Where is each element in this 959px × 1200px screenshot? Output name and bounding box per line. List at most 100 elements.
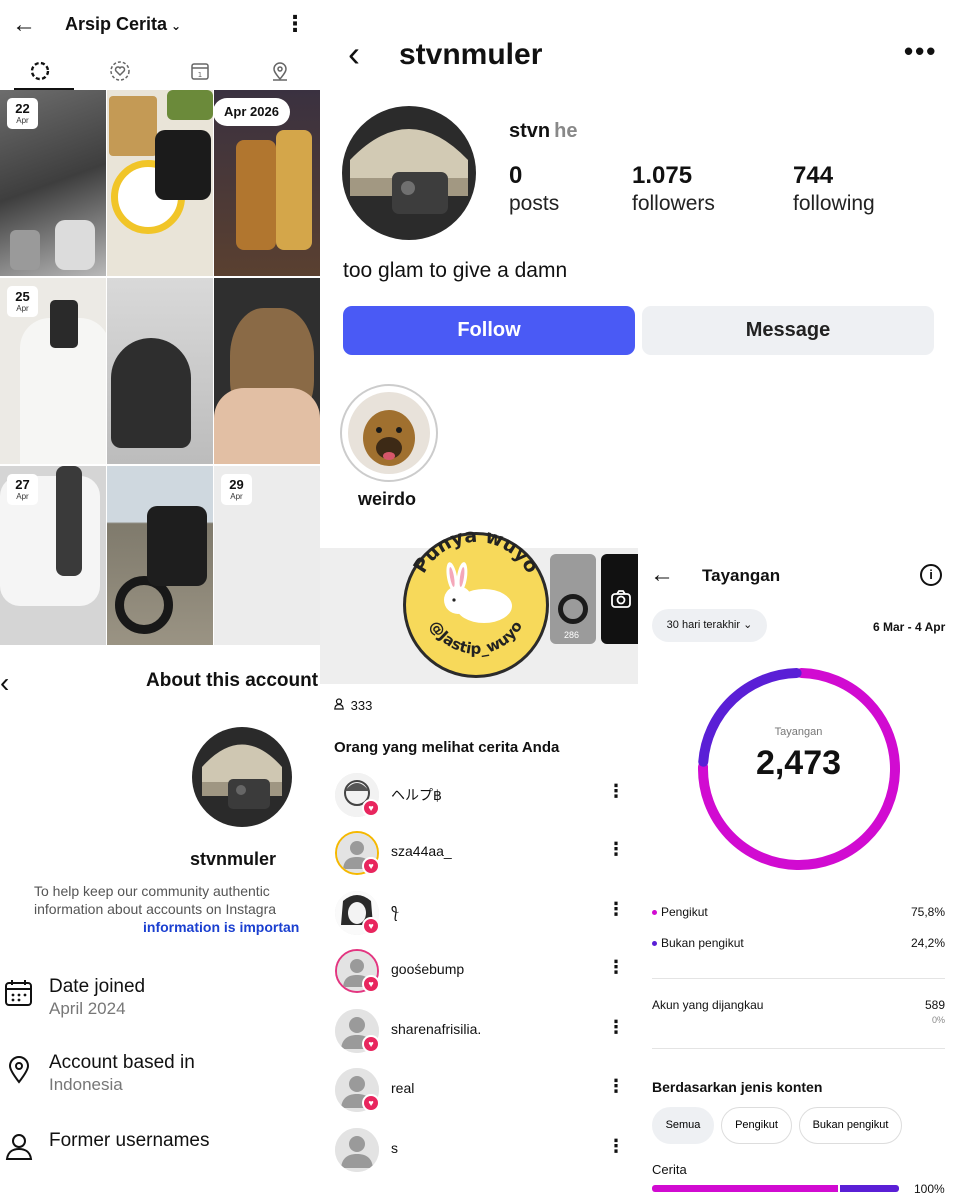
- date-badge: 22 Apr: [7, 98, 38, 129]
- archive-grid: 22 Apr 25 Apr 27 Apr 29 Apr: [0, 90, 320, 645]
- camera-icon: [611, 590, 631, 608]
- story-view-count: 286: [564, 630, 580, 640]
- viewer-name: sza44aa_: [391, 843, 452, 859]
- location-pin-icon: [273, 62, 287, 81]
- accounts-reached-change: 0%: [931, 1015, 945, 1025]
- camera-button[interactable]: [601, 554, 638, 644]
- list-item[interactable]: ♥ sza44aa_ ⋮: [320, 831, 638, 883]
- watermark-sticker: Punya wuyo @Jastip_wuyo: [403, 525, 549, 678]
- legend-dot-nonfollowers: [652, 941, 657, 947]
- date-range-dropdown[interactable]: 30 hari terakhir ⌄: [652, 609, 767, 642]
- more-vertical-icon[interactable]: ⋮: [607, 899, 625, 920]
- list-item[interactable]: ♥ goośebump ⋮: [320, 949, 638, 1001]
- back-chevron-icon[interactable]: ‹: [348, 34, 360, 74]
- content-story-bar: [652, 1185, 899, 1192]
- about-info-line-2: information about accounts on Instagra: [34, 901, 277, 917]
- back-arrow-icon[interactable]: ←: [650, 562, 674, 588]
- bar-segment-followers: [652, 1185, 838, 1192]
- followers-stat[interactable]: 1.075 followers: [632, 162, 715, 218]
- heart-icon: ♥: [362, 1094, 380, 1112]
- tab-highlights[interactable]: [86, 52, 154, 90]
- story-thumbnail[interactable]: 25 Apr: [0, 278, 106, 464]
- avatar: [335, 1128, 379, 1172]
- profile-panel: ‹ stvnmuler ••• stvn he 0 posts 1.075 follo…: [320, 0, 959, 548]
- accounts-reached-label: Akun yang dijangkau: [652, 998, 764, 1012]
- list-item[interactable]: ♥ ヘルプ฿ ⋮: [320, 773, 638, 825]
- legend-followers: Pengikut 75,8%: [652, 905, 945, 919]
- former-usernames-label: Former usernames: [49, 1130, 210, 1151]
- avatar-photo-icon: [342, 106, 476, 240]
- following-count: 744: [793, 162, 834, 189]
- story-thumbnail[interactable]: 27 Apr: [0, 466, 106, 645]
- about-account-panel: ‹ About this account stvnmuler To help k…: [0, 645, 320, 1200]
- chip-nonfollowers[interactable]: Bukan pengikut: [799, 1107, 902, 1144]
- more-vertical-icon[interactable]: ⋮: [607, 781, 625, 802]
- more-vertical-icon[interactable]: ⋮: [607, 1076, 625, 1097]
- list-item[interactable]: ♥ sharenafrisilia. ⋮: [320, 1009, 638, 1061]
- story-thumbnail[interactable]: [107, 90, 213, 276]
- viewer-name: ꪻ: [391, 908, 399, 924]
- following-stat[interactable]: 744 following: [793, 162, 875, 218]
- posts-count: 0: [509, 162, 523, 189]
- story-thumbnail[interactable]: 29 Apr: [214, 466, 320, 645]
- viewer-name: sharenafrisilia.: [391, 1021, 482, 1037]
- tab-story-archive[interactable]: [6, 52, 74, 90]
- legend-followers-label: Pengikut: [661, 905, 708, 919]
- more-vertical-icon[interactable]: ⋮: [284, 12, 306, 36]
- story-thumbnail[interactable]: [214, 278, 320, 464]
- highlight-cover-icon: [348, 392, 430, 474]
- chip-followers[interactable]: Pengikut: [721, 1107, 792, 1144]
- calendar-icon: 1: [191, 63, 209, 80]
- about-info-text: To help keep our community authentic inf…: [34, 882, 320, 936]
- archive-title-dropdown[interactable]: Arsip Cerita ⌄: [65, 14, 181, 35]
- chip-all[interactable]: Semua: [652, 1107, 714, 1144]
- about-info-link[interactable]: information is importan: [34, 918, 320, 936]
- profile-avatar[interactable]: [342, 106, 476, 240]
- more-horizontal-icon[interactable]: •••: [904, 36, 937, 67]
- tab-calendar[interactable]: 1: [166, 52, 234, 90]
- profile-display-name: stvn: [509, 120, 551, 142]
- divider: [652, 978, 945, 979]
- more-vertical-icon[interactable]: ⋮: [607, 839, 625, 860]
- follow-button[interactable]: Follow: [343, 306, 635, 355]
- archive-circle-icon: [30, 61, 50, 81]
- insights-panel: ← Tayangan i 30 hari terakhir ⌄ 6 Mar - …: [638, 548, 959, 1200]
- date-badge: 25 Apr: [7, 286, 38, 317]
- person-icon: [5, 1134, 33, 1160]
- highlight-weirdo[interactable]: [340, 384, 438, 482]
- story-thumbnail[interactable]: 286: [550, 554, 596, 644]
- story-thumbnail[interactable]: 22 Apr: [0, 90, 106, 276]
- about-info-line-1: To help keep our community authentic: [34, 883, 270, 899]
- content-story-pct: 100%: [914, 1182, 945, 1196]
- viewer-name: real: [391, 1080, 415, 1096]
- story-thumbnail[interactable]: [107, 278, 213, 464]
- avatar-photo-icon: [192, 727, 292, 827]
- accounts-reached-row: Akun yang dijangkau 589 0%: [652, 998, 945, 1025]
- archive-title: Arsip Cerita: [65, 14, 168, 34]
- info-icon[interactable]: i: [920, 564, 942, 586]
- legend-dot-followers: [652, 910, 657, 916]
- more-vertical-icon[interactable]: ⋮: [607, 957, 625, 978]
- list-item[interactable]: ♥ ꪻ ⋮: [320, 891, 638, 943]
- location-pin-icon: [8, 1056, 30, 1084]
- viewer-name: s: [391, 1140, 398, 1156]
- list-item[interactable]: s ⋮: [320, 1128, 638, 1180]
- donut-label: Tayangan: [774, 726, 823, 738]
- more-vertical-icon[interactable]: ⋮: [607, 1136, 625, 1157]
- date-joined-label: Date joined: [49, 976, 146, 997]
- back-chevron-icon[interactable]: ‹: [0, 669, 9, 697]
- story-thumbnail[interactable]: [107, 466, 213, 645]
- about-username: stvnmuler: [190, 849, 277, 869]
- content-type-title: Berdasarkan jenis konten: [652, 1079, 823, 1095]
- followers-label: followers: [632, 192, 715, 215]
- profile-name: stvn he: [509, 120, 577, 143]
- views-total: 2,473: [755, 744, 842, 782]
- posts-stat[interactable]: 0 posts: [509, 162, 559, 218]
- message-button[interactable]: Message: [642, 306, 934, 355]
- more-vertical-icon[interactable]: ⋮: [607, 1017, 625, 1038]
- list-item[interactable]: ♥ real ⋮: [320, 1068, 638, 1120]
- tab-location[interactable]: [246, 52, 314, 90]
- content-story-label: Cerita: [652, 1162, 687, 1177]
- back-arrow-icon[interactable]: ←: [12, 12, 36, 38]
- legend-nonfollowers-pct: 24,2%: [910, 936, 945, 950]
